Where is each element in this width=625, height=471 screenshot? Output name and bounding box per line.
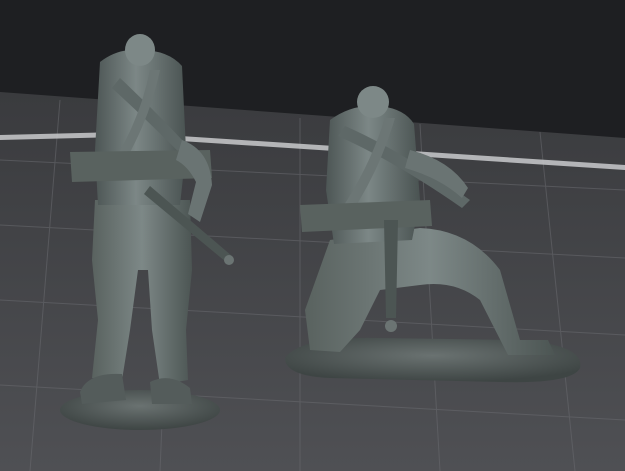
kneeling-figure-rifle-tip [385,320,397,332]
standing-figure-head [125,34,155,66]
kneeling-figure-head [357,86,389,118]
standing-figure-rifle-tip [224,255,234,265]
viewport-canvas [0,0,625,471]
kneeling-figure-rifle [384,220,398,318]
viewport[interactable] [0,0,625,471]
